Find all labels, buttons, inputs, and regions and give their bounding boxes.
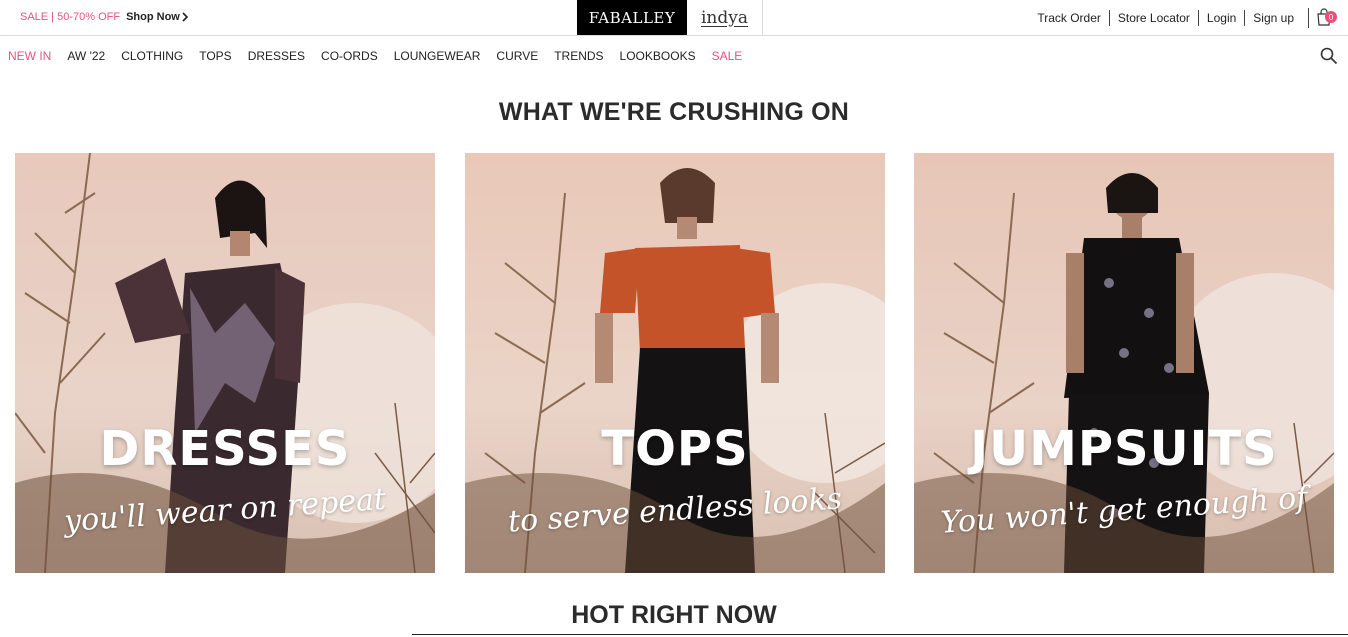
nav-item-sale[interactable]: SALE — [712, 49, 743, 63]
category-card-dresses[interactable]: DRESSES you'll wear on repeat — [15, 153, 435, 573]
login-link[interactable]: Login — [1197, 10, 1244, 26]
brand-indya-tab[interactable]: indya — [687, 0, 763, 35]
signup-link[interactable]: Sign up — [1244, 10, 1302, 26]
card-title: TOPS — [601, 421, 749, 477]
nav-item-clothing[interactable]: CLOTHING — [121, 49, 183, 63]
shop-now-label: Shop Now — [126, 11, 180, 23]
card-title: JUMPSUITS — [970, 421, 1278, 477]
nav-item-loungewear[interactable]: LOUNGEWEAR — [394, 49, 481, 63]
card-title: DRESSES — [99, 421, 351, 477]
section-title: WHAT WE'RE CRUSHING ON — [498, 98, 850, 126]
cart-button[interactable]: 0 — [1308, 8, 1337, 28]
utility-links: Track Order Store Locator Login Sign up … — [1029, 8, 1337, 28]
nav-item-lookbooks[interactable]: LOOKBOOKS — [620, 49, 696, 63]
top-bar: SALE | 50-70% OFF Shop Now FABALLEY indy… — [0, 0, 1348, 36]
nav-item-tops[interactable]: TOPS — [199, 49, 231, 63]
nav-item-dresses[interactable]: DRESSES — [248, 49, 305, 63]
section-title-hot-right-now: HOT RIGHT NOW — [571, 601, 777, 629]
cart-count-badge: 0 — [1325, 11, 1337, 23]
divider — [412, 634, 1348, 635]
track-order-link[interactable]: Track Order — [1029, 10, 1109, 26]
category-card-jumpsuits[interactable]: JUMPSUITS You won't get enough of — [914, 153, 1334, 573]
main-nav: NEW IN AW '22 CLOTHING TOPS DRESSES CO-ORDS LO… — [0, 36, 1348, 76]
chevron-right-icon — [182, 12, 188, 22]
promo-sale-text: SALE | 50-70% OFF — [20, 11, 121, 23]
nav-item-new-in[interactable]: NEW IN — [8, 49, 51, 63]
shop-now-link[interactable]: Shop Now — [126, 11, 189, 23]
nav-item-curve[interactable]: CURVE — [496, 49, 538, 63]
nav-item-trends[interactable]: TRENDS — [554, 49, 603, 63]
search-icon[interactable] — [1320, 47, 1338, 65]
category-card-tops[interactable]: TOPS to serve endless looks — [465, 153, 885, 573]
nav-item-aw-22[interactable]: AW '22 — [67, 49, 105, 63]
promo-banner: SALE | 50-70% OFF Shop Now — [20, 11, 189, 23]
store-locator-link[interactable]: Store Locator — [1108, 10, 1198, 26]
brand-faballey-tab[interactable]: FABALLEY — [577, 0, 687, 35]
nav-menu: NEW IN AW '22 CLOTHING TOPS DRESSES CO-ORDS LO… — [8, 49, 742, 63]
nav-item-co-ords[interactable]: CO-ORDS — [321, 49, 378, 63]
brand-switcher: FABALLEY indya — [577, 0, 763, 35]
